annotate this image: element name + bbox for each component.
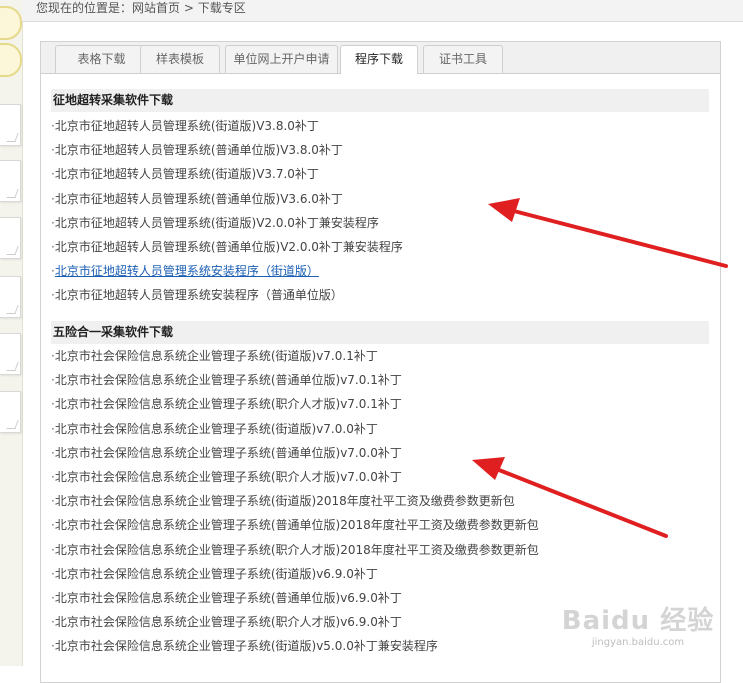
watermark-url: jingyan.baidu.com <box>591 637 685 648</box>
download-link[interactable]: 北京市征地超转人员管理系统(街道版)V3.8.0补丁 <box>55 119 319 133</box>
list-item: 北京市征地超转人员管理系统(街道版)V3.8.0补丁 <box>51 114 711 138</box>
watermark-brand: Baidu 经验 <box>561 606 715 636</box>
list-item: 北京市征地超转人员管理系统(普通单位版)V3.8.0补丁 <box>51 138 711 162</box>
left-sidebar-strip <box>0 0 23 666</box>
list-item: 北京市征地超转人员管理系统(普通单位版)V2.0.0补丁兼安装程序 <box>51 235 711 259</box>
list-item: 北京市社会保险信息系统企业管理子系统(街道版)v7.0.0补丁 <box>51 417 711 441</box>
list-item: 北京市社会保险信息系统企业管理子系统(职介人才版)v7.0.0补丁 <box>51 465 711 489</box>
breadcrumb-current: 下载专区 <box>197 1 246 15</box>
download-link[interactable]: 北京市社会保险信息系统企业管理子系统(街道版)2018年度社平工资及缴费参数更新… <box>55 494 515 508</box>
tab-sample-templates[interactable]: 样表模板 <box>140 45 220 73</box>
breadcrumb: 您现在的位置是：网站首页 > 下载专区 <box>22 0 743 22</box>
list-item: 北京市征地超转人员管理系统(街道版)V3.7.0补丁 <box>51 162 711 186</box>
tab-online-account-application[interactable]: 单位网上开户申请 <box>225 45 338 73</box>
download-link[interactable]: 北京市征地超转人员管理系统(普通单位版)V3.6.0补丁 <box>55 192 343 206</box>
list-item: 北京市社会保险信息系统企业管理子系统(职介人才版)v7.0.1补丁 <box>51 392 711 416</box>
download-link-hovered[interactable]: 北京市征地超转人员管理系统安装程序（街道版） <box>55 264 319 278</box>
breadcrumb-prefix: 您现在的位置是： <box>36 1 133 15</box>
download-link[interactable]: 北京市社会保险信息系统企业管理子系统(普通单位版)v6.9.0补丁 <box>55 591 402 605</box>
sidebar-tab-stub[interactable] <box>0 217 21 259</box>
download-link[interactable]: 北京市社会保险信息系统企业管理子系统(普通单位版)v7.0.0补丁 <box>55 446 402 460</box>
download-link[interactable]: 北京市社会保险信息系统企业管理子系统(职介人才版)v6.9.0补丁 <box>55 615 402 629</box>
list-item: 北京市社会保险信息系统企业管理子系统(街道版)v6.9.0补丁 <box>51 562 711 586</box>
sidebar-tab-stub[interactable] <box>0 276 21 318</box>
breadcrumb-home-link[interactable]: 网站首页 <box>132 1 180 15</box>
tab-program-download[interactable]: 程序下载 <box>340 45 418 74</box>
download-link[interactable]: 北京市征地超转人员管理系统(街道版)V3.7.0补丁 <box>55 167 319 181</box>
sidebar-round-button[interactable] <box>0 6 22 40</box>
download-link[interactable]: 北京市社会保险信息系统企业管理子系统(普通单位版)2018年度社平工资及缴费参数… <box>55 518 539 532</box>
section-header: 征地超转采集软件下载 <box>51 89 709 112</box>
list-item: 北京市社会保险信息系统企业管理子系统(普通单位版)v7.0.1补丁 <box>51 368 711 392</box>
list-item: 北京市社会保险信息系统企业管理子系统(普通单位版)2018年度社平工资及缴费参数… <box>51 513 711 537</box>
sidebar-tab-stub[interactable] <box>0 333 21 375</box>
list-item: 北京市征地超转人员管理系统安装程序（普通单位版） <box>51 283 711 307</box>
tab-form-download[interactable]: 表格下载 <box>55 45 148 73</box>
sidebar-tab-stub[interactable] <box>0 391 21 433</box>
list-item: 北京市征地超转人员管理系统安装程序（街道版） <box>51 259 711 283</box>
download-link[interactable]: 北京市社会保险信息系统企业管理子系统(街道版)v5.0.0补丁兼安装程序 <box>55 639 438 653</box>
baidu-jingyan-watermark: Baidu 经验 jingyan.baidu.com <box>553 606 723 654</box>
download-link[interactable]: 北京市征地超转人员管理系统(普通单位版)V3.8.0补丁 <box>55 143 343 157</box>
list-item: 北京市征地超转人员管理系统(普通单位版)V3.6.0补丁 <box>51 187 711 211</box>
list-item: 北京市征地超转人员管理系统(街道版)V2.0.0补丁兼安装程序 <box>51 211 711 235</box>
tab-certificate-tools[interactable]: 证书工具 <box>423 45 503 73</box>
download-link[interactable]: 北京市征地超转人员管理系统(普通单位版)V2.0.0补丁兼安装程序 <box>55 240 403 254</box>
download-link[interactable]: 北京市社会保险信息系统企业管理子系统(街道版)v6.9.0补丁 <box>55 567 378 581</box>
download-link[interactable]: 北京市社会保险信息系统企业管理子系统(普通单位版)v7.0.1补丁 <box>55 373 402 387</box>
download-panel: 表格下载 样表模板 单位网上开户申请 程序下载 证书工具 征地超转采集软件下载 … <box>40 41 721 683</box>
breadcrumb-separator: > <box>180 1 198 15</box>
list-item: 北京市社会保险信息系统企业管理子系统(职介人才版)2018年度社平工资及缴费参数… <box>51 538 711 562</box>
download-link[interactable]: 北京市征地超转人员管理系统安装程序（普通单位版） <box>55 288 343 302</box>
download-list: 北京市征地超转人员管理系统(街道版)V3.8.0补丁 北京市征地超转人员管理系统… <box>51 114 711 308</box>
tab-bar: 表格下载 样表模板 单位网上开户申请 程序下载 证书工具 <box>41 42 720 74</box>
list-item: 北京市社会保险信息系统企业管理子系统(街道版)v7.0.1补丁 <box>51 344 711 368</box>
list-item: 北京市社会保险信息系统企业管理子系统(街道版)2018年度社平工资及缴费参数更新… <box>51 489 711 513</box>
download-link[interactable]: 北京市社会保险信息系统企业管理子系统(职介人才版)2018年度社平工资及缴费参数… <box>55 543 539 557</box>
list-item: 北京市社会保险信息系统企业管理子系统(普通单位版)v7.0.0补丁 <box>51 441 711 465</box>
sidebar-tab-stub[interactable] <box>0 160 21 202</box>
download-link[interactable]: 北京市社会保险信息系统企业管理子系统(街道版)v7.0.0补丁 <box>55 422 378 436</box>
download-link[interactable]: 北京市社会保险信息系统企业管理子系统(职介人才版)v7.0.0补丁 <box>55 470 402 484</box>
download-link[interactable]: 北京市征地超转人员管理系统(街道版)V2.0.0补丁兼安装程序 <box>55 216 379 230</box>
download-link[interactable]: 北京市社会保险信息系统企业管理子系统(街道版)v7.0.1补丁 <box>55 349 378 363</box>
download-link[interactable]: 北京市社会保险信息系统企业管理子系统(职介人才版)v7.0.1补丁 <box>55 397 402 411</box>
section-header: 五险合一采集软件下载 <box>51 321 709 344</box>
sidebar-round-button[interactable] <box>0 43 22 77</box>
sidebar-tab-stub[interactable] <box>0 104 21 146</box>
